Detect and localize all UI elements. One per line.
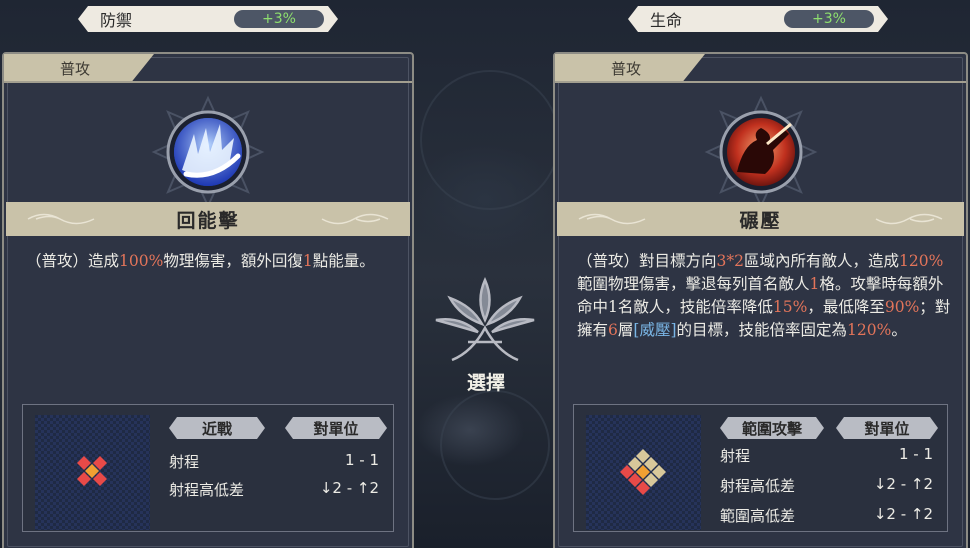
- stat-label: 生命: [650, 11, 683, 30]
- background-ring: [420, 70, 560, 210]
- desc-text: 物理傷害，額外回復: [163, 252, 303, 270]
- stat-row-value: 1 - 1: [898, 445, 933, 463]
- highlight-value: 1: [809, 275, 820, 293]
- target-type-badge: 對單位: [836, 417, 938, 439]
- skill-type-tag: 普攻: [4, 54, 154, 82]
- desc-text: 範圍物理傷害，擊退每列首名敵人: [577, 275, 810, 293]
- ornament-icon: [321, 213, 389, 225]
- stat-row-label: 射程高低差: [169, 481, 245, 499]
- select-button[interactable]: 選擇: [446, 368, 526, 395]
- stat-label: 防禦: [100, 11, 133, 30]
- stat-row-label: 射程: [169, 453, 200, 471]
- desc-text: 的目標，技能倍率固定為: [676, 321, 848, 339]
- right-stat-bonus: 生命 +3%: [628, 6, 888, 32]
- attack-type-badge: 近戰: [169, 417, 265, 439]
- stat-row-value: ↓2 - ↑2: [873, 475, 933, 493]
- keyword-link[interactable]: [威壓]: [633, 321, 676, 339]
- desc-text: ，最低降至: [807, 298, 885, 316]
- stat-row: 射程 1 - 1: [169, 451, 379, 473]
- highlight-value: 100%: [119, 252, 164, 270]
- skill-description: （普攻）造成100%物理傷害，額外回復1點能量。: [26, 250, 398, 273]
- highlight-value: 90%: [884, 298, 920, 316]
- stat-row-label: 射程高低差: [720, 477, 796, 495]
- desc-text: 。: [891, 321, 907, 339]
- highlight-value: 120%: [899, 252, 944, 270]
- highlight-value: 15%: [772, 298, 808, 316]
- range-grid: [586, 415, 701, 530]
- left-stat-bonus: 防禦 +3%: [78, 6, 338, 32]
- desc-text: 點能量。: [312, 252, 375, 270]
- highlight-value: 1: [302, 252, 313, 270]
- skill-type-tag: 普攻: [555, 54, 705, 82]
- desc-text: （普攻）對目標方向: [577, 252, 717, 270]
- desc-text: 層: [617, 321, 634, 339]
- range-grid: [35, 415, 150, 530]
- stat-value: +3%: [784, 10, 874, 28]
- background-ring: [440, 390, 550, 500]
- attack-type-badge: 範圍攻擊: [720, 417, 824, 439]
- highlight-value: 120%: [847, 321, 892, 339]
- energy-slash-skill-icon: [151, 95, 265, 209]
- stat-row: 射程高低差 ↓2 - ↑2: [720, 475, 933, 497]
- skill-card-right[interactable]: 普攻 碾壓 （普攻）對目標方向3*2區域內所有敵人，造成120%範圍物理傷害，擊…: [553, 52, 968, 548]
- skill-name: 碾壓: [739, 209, 782, 232]
- skill-stats-panel: 範圍攻擊 對單位 射程 1 - 1 射程高低差 ↓2 - ↑2 範圍高低差 ↓2…: [573, 404, 948, 532]
- stat-row-value: ↓2 - ↑2: [319, 479, 379, 497]
- skill-name-banner: 回能擊: [6, 202, 410, 236]
- skill-stats-panel: 近戰 對單位 射程 1 - 1 射程高低差 ↓2 - ↑2: [22, 404, 394, 532]
- skill-name-banner: 碾壓: [557, 202, 964, 236]
- skill-description: （普攻）對目標方向3*2區域內所有敵人，造成120%範圍物理傷害，擊退每列首名敵…: [577, 250, 952, 342]
- stat-value: +3%: [234, 10, 324, 28]
- stat-row-value: 1 - 1: [344, 451, 379, 469]
- stat-row: 射程 1 - 1: [720, 445, 933, 467]
- desc-text: （普攻）造成: [26, 252, 120, 270]
- highlight-value: 6: [608, 321, 618, 339]
- stat-row-label: 射程: [720, 447, 751, 465]
- ornament-icon: [578, 213, 646, 225]
- crush-skill-icon: [704, 95, 817, 209]
- skill-name: 回能擊: [176, 209, 240, 232]
- stat-row-label: 範圍高低差: [720, 507, 796, 525]
- select-emblem-icon[interactable]: [432, 272, 538, 372]
- skill-card-left[interactable]: 普攻 回能擊 （普攻）造成100%物理傷害，額外回復1點能量。 近戰 對單位 射…: [2, 52, 414, 548]
- stat-row: 範圍高低差 ↓2 - ↑2: [720, 505, 933, 527]
- target-type-badge: 對單位: [285, 417, 387, 439]
- desc-text: 區域內所有敵人，造成: [744, 252, 900, 270]
- highlight-value: 3*2: [716, 252, 744, 270]
- ornament-icon: [27, 213, 95, 225]
- ornament-icon: [875, 213, 943, 225]
- stat-row: 射程高低差 ↓2 - ↑2: [169, 479, 379, 501]
- stat-row-value: ↓2 - ↑2: [873, 505, 933, 523]
